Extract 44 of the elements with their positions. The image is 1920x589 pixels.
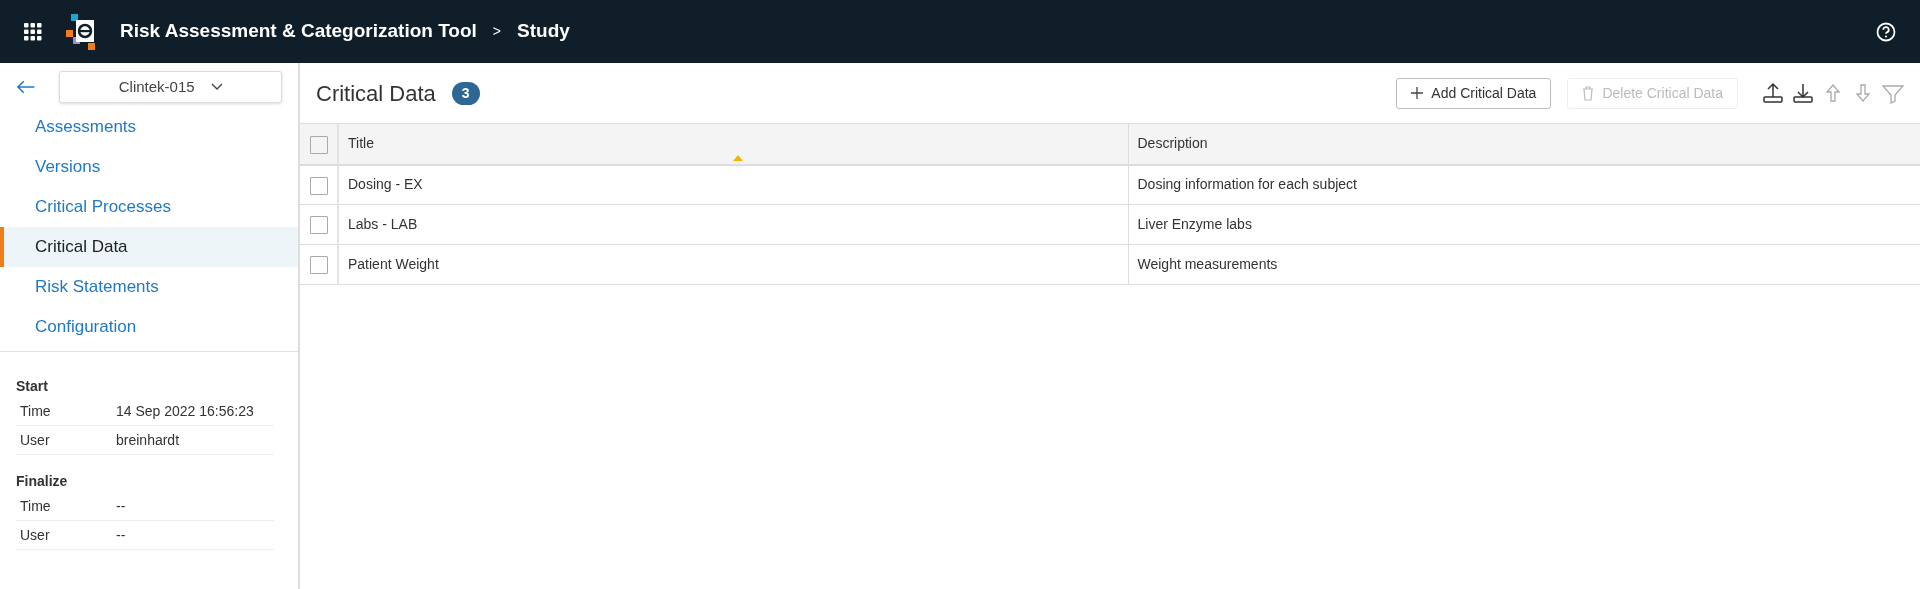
row-checkbox[interactable] <box>309 216 328 235</box>
detail-label: Time <box>20 497 52 516</box>
page-heading: Critical Data <box>316 79 436 108</box>
apps-menu-icon[interactable] <box>24 22 42 41</box>
detail-label: User <box>20 431 51 450</box>
nav-item[interactable]: Risk Statements <box>0 267 298 307</box>
app-title: Risk Assessment & Categorization Tool <box>120 19 477 44</box>
logo-icon <box>66 13 96 50</box>
breadcrumb-separator: > <box>492 22 502 41</box>
study-selector[interactable]: Clintek-015 <box>59 71 282 103</box>
table-cell: Weight measurements <box>1128 244 1920 285</box>
column-header[interactable]: Description <box>1128 123 1920 165</box>
help-icon[interactable] <box>1876 21 1896 42</box>
plus-icon <box>1411 87 1424 99</box>
detail-value: -- <box>116 526 126 545</box>
table-cell: Labs - LAB <box>338 204 1128 245</box>
table-cell: Liver Enzyme labs <box>1128 204 1920 245</box>
table-cell: Dosing - EX <box>338 164 1128 205</box>
row-checkbox[interactable] <box>309 256 328 275</box>
detail-label: User <box>20 526 51 545</box>
detail-value: breinhardt <box>116 431 180 450</box>
chevron-down-icon <box>210 83 223 91</box>
detail-value: -- <box>116 497 126 516</box>
section-heading: Finalize <box>16 472 69 491</box>
nav-item[interactable]: Versions <box>0 147 298 187</box>
select-all-checkbox[interactable] <box>309 135 328 154</box>
count-badge: 3 <box>451 81 480 105</box>
nav-item[interactable]: Assessments <box>0 107 298 147</box>
section-heading: Start <box>16 377 49 396</box>
nav-item[interactable]: Configuration <box>0 307 298 347</box>
nav-item[interactable]: Critical Data <box>0 227 298 267</box>
upload-icon[interactable] <box>1762 82 1784 104</box>
table-cell: Dosing information for each subject <box>1128 164 1920 205</box>
row-checkbox[interactable] <box>309 176 328 195</box>
nav-item[interactable]: Critical Processes <box>0 187 298 227</box>
back-arrow-icon[interactable] <box>16 80 36 94</box>
add-button[interactable]: Add Critical Data <box>1396 77 1552 109</box>
page-title[interactable]: Study <box>517 17 570 46</box>
detail-value: 14 Sep 2022 16:56:23 <box>116 402 254 421</box>
trash-icon <box>1582 85 1595 101</box>
column-header[interactable]: Title <box>338 123 1128 165</box>
table-cell: Patient Weight <box>338 244 1128 285</box>
detail-label: Time <box>20 402 52 421</box>
download-icon[interactable] <box>1792 82 1814 104</box>
